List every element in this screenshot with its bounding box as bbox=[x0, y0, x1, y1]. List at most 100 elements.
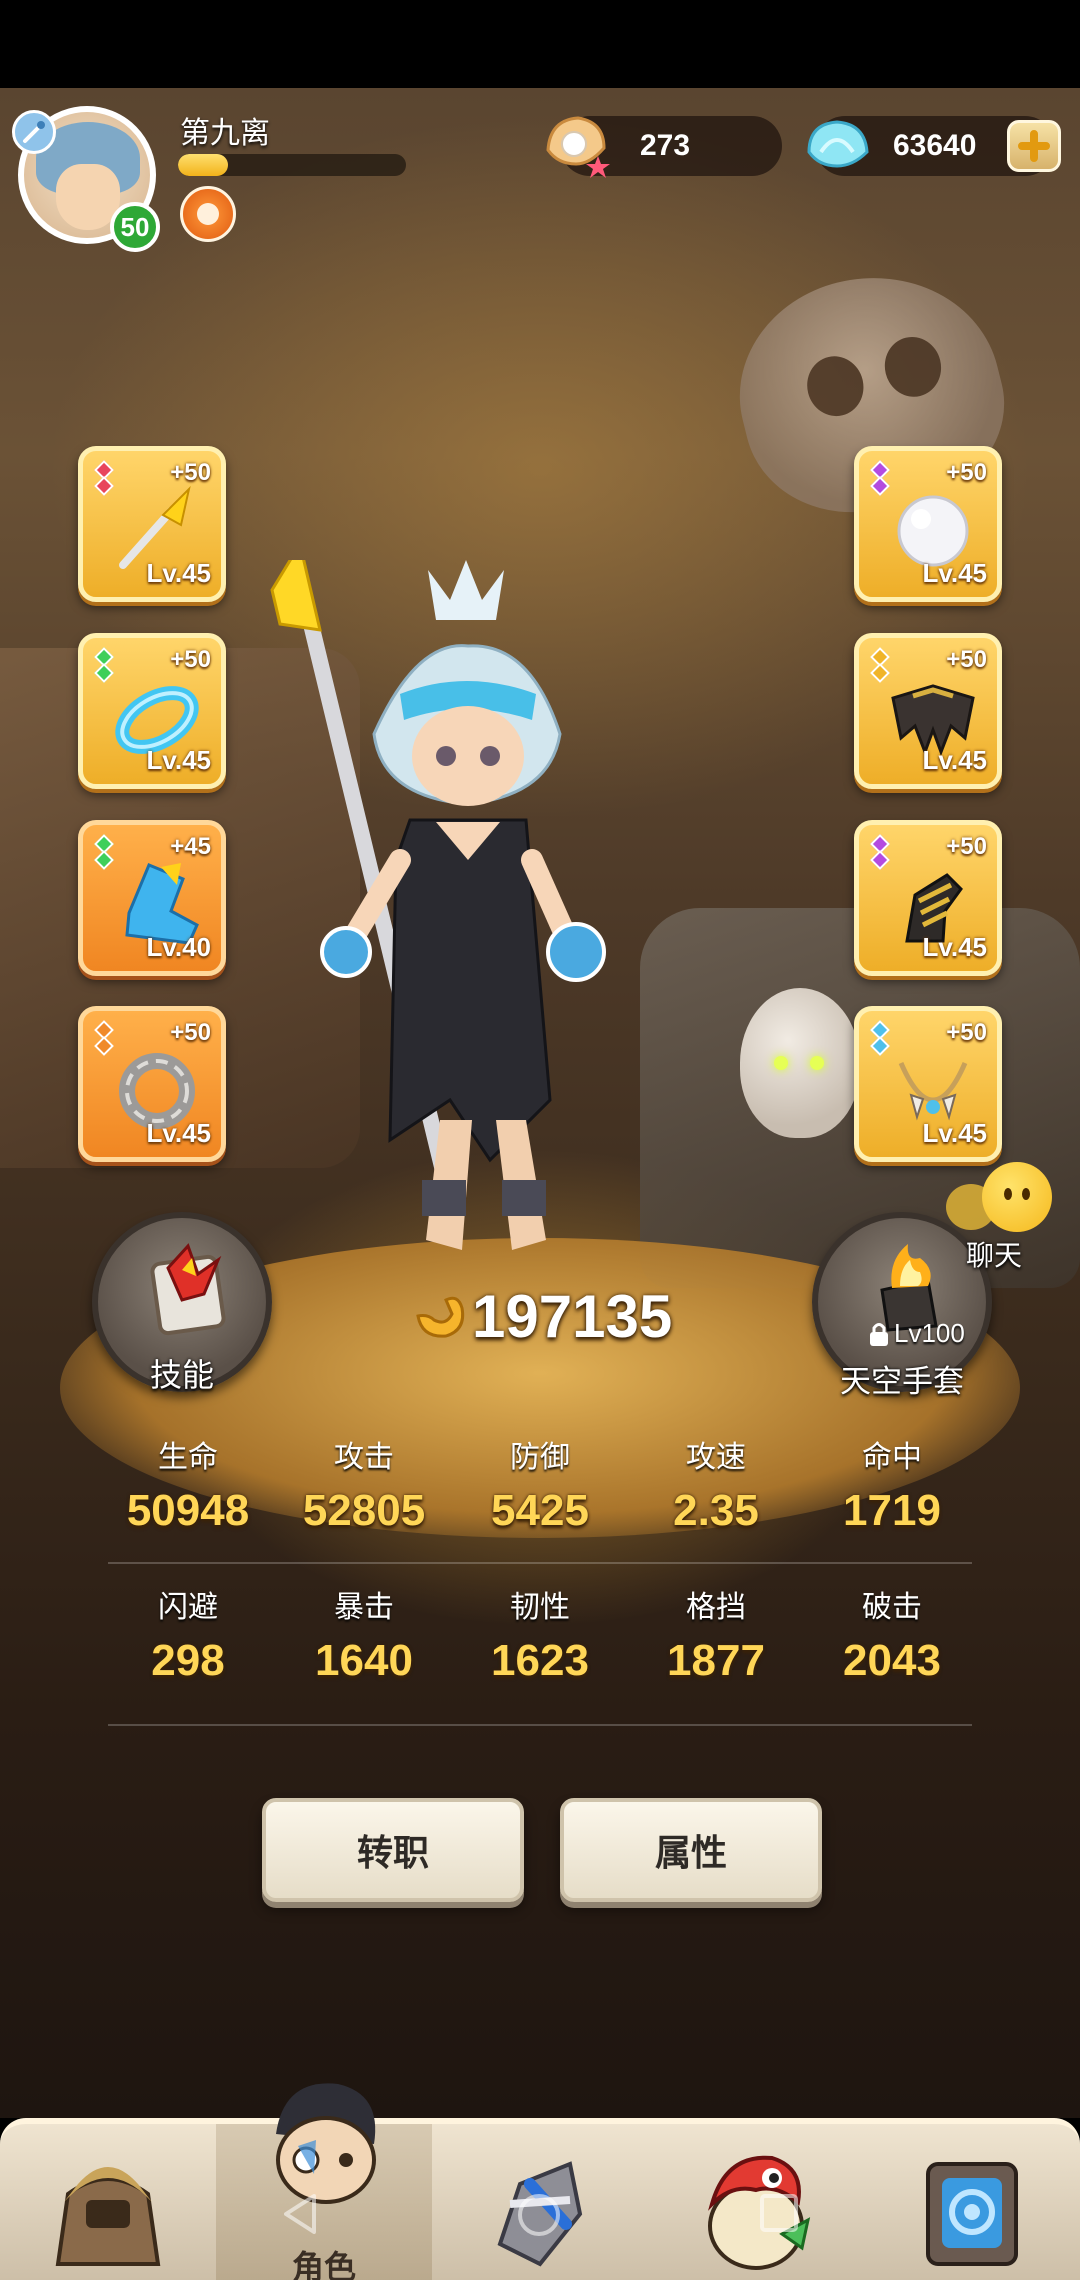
shell-amount: 273 bbox=[640, 129, 691, 162]
equipment-slot-pearl[interactable]: +50 Lv.45 bbox=[854, 446, 1002, 602]
stat-label: 闪避 bbox=[158, 1590, 218, 1625]
pet-egg-decoration bbox=[740, 988, 860, 1138]
plus-icon bbox=[1018, 130, 1050, 162]
stats-divider bbox=[108, 1562, 972, 1564]
gem-currency: 63640 bbox=[807, 116, 1061, 176]
character-stats: 生命 50948 攻击 52805 防御 5425 攻速 2.35 命中 1719 闪避 2… bbox=[100, 1424, 980, 1724]
add-gems-button[interactable] bbox=[1007, 120, 1061, 172]
attributes-button[interactable]: 属性 bbox=[560, 1798, 822, 1902]
nav-tab-character[interactable]: 角色 bbox=[216, 2083, 432, 2280]
equipment-slot-necklace[interactable]: +50 Lv.45 bbox=[854, 1006, 1002, 1162]
combat-power-icon bbox=[416, 1296, 465, 1338]
stat-label: 暴击 bbox=[334, 1590, 394, 1625]
job-staff-icon bbox=[12, 110, 56, 154]
item-level: Lv.45 bbox=[146, 745, 211, 775]
equipment-slot-cape[interactable]: +50 Lv.45 bbox=[854, 633, 1002, 789]
player-level-badge: 50 bbox=[110, 202, 160, 252]
item-level: Lv.45 bbox=[922, 932, 987, 962]
gem-amount: 63640 bbox=[893, 129, 977, 162]
stat-hp: 生命 50948 bbox=[100, 1424, 276, 1574]
skill-label: 技能 bbox=[149, 1356, 214, 1394]
stat-block: 格挡 1877 bbox=[628, 1574, 804, 1724]
caveman-hut-icon bbox=[55, 2167, 161, 2266]
stat-label: 防御 bbox=[510, 1440, 570, 1475]
equipment-slot-bracelet[interactable]: +50 Lv.45 bbox=[78, 633, 226, 789]
item-level: Lv.40 bbox=[146, 932, 211, 962]
stat-value: 1640 bbox=[315, 1636, 413, 1685]
enhance-level: +50 bbox=[946, 459, 987, 486]
stat-label: 生命 bbox=[158, 1440, 218, 1475]
stat-label: 命中 bbox=[862, 1440, 922, 1475]
item-level: Lv.45 bbox=[922, 558, 987, 588]
stat-label: 格挡 bbox=[686, 1590, 746, 1625]
stats-divider bbox=[108, 1724, 972, 1726]
stat-value: 2043 bbox=[843, 1636, 941, 1685]
stat-value: 1877 bbox=[667, 1636, 765, 1685]
equipment-slot-ring[interactable]: +50 Lv.45 bbox=[78, 1006, 226, 1162]
lock-icon bbox=[870, 1322, 888, 1346]
nav-tab-pets[interactable] bbox=[648, 2124, 864, 2280]
character-face-icon bbox=[276, 2083, 376, 2204]
equipment-slot-weapon[interactable]: +50 Lv.45 bbox=[78, 446, 226, 602]
skill-book-icon bbox=[150, 1243, 226, 1336]
stone-portal-icon bbox=[926, 2162, 1018, 2266]
stat-label: 攻速 bbox=[686, 1440, 746, 1475]
stat-label: 破击 bbox=[862, 1590, 922, 1625]
system-home-icon[interactable] bbox=[516, 2192, 562, 2238]
player-character[interactable] bbox=[250, 560, 700, 1280]
dino-egg-icon bbox=[708, 2155, 811, 2270]
item-level: Lv.45 bbox=[922, 745, 987, 775]
enhance-level: +50 bbox=[170, 1019, 211, 1046]
enhance-level: +50 bbox=[170, 459, 211, 486]
crystal-shell-icon bbox=[807, 120, 869, 168]
sky-glove-label: 天空手套 bbox=[840, 1364, 964, 1400]
stat-label: 攻击 bbox=[334, 1440, 394, 1475]
stat-value: 50948 bbox=[126, 1486, 250, 1535]
stat-penetration: 破击 2043 bbox=[804, 1574, 980, 1724]
enhance-level: +50 bbox=[946, 646, 987, 673]
stat-value: 298 bbox=[151, 1636, 225, 1685]
stat-value: 52805 bbox=[302, 1486, 426, 1535]
player-name: 第九离 bbox=[180, 116, 270, 151]
stat-label: 韧性 bbox=[510, 1590, 570, 1625]
stat-toughness: 韧性 1623 bbox=[452, 1574, 628, 1724]
stat-dodge: 闪避 298 bbox=[100, 1574, 276, 1724]
system-recent-apps-icon[interactable] bbox=[758, 2192, 800, 2234]
item-level: Lv.45 bbox=[146, 558, 211, 588]
job-change-button[interactable]: 转职 bbox=[262, 1798, 524, 1902]
stat-attack-speed: 攻速 2.35 bbox=[628, 1424, 804, 1574]
status-bar bbox=[0, 0, 1080, 88]
stat-value: 5425 bbox=[491, 1486, 589, 1535]
nav-tab-home[interactable] bbox=[0, 2124, 216, 2280]
skill-button[interactable]: 技能 bbox=[92, 1212, 272, 1394]
chat-label: 聊天 bbox=[966, 1239, 1023, 1272]
stat-defense: 防御 5425 bbox=[452, 1424, 628, 1574]
guild-emblem-icon[interactable] bbox=[180, 186, 236, 242]
combat-power-value: 197135 bbox=[472, 1283, 673, 1350]
chat-face-icon bbox=[982, 1162, 1052, 1232]
enhance-level: +50 bbox=[170, 646, 211, 673]
stat-accuracy: 命中 1719 bbox=[804, 1424, 980, 1574]
nav-tab-portal[interactable] bbox=[864, 2124, 1080, 2280]
item-level: Lv.45 bbox=[146, 1118, 211, 1148]
experience-bar-fill bbox=[178, 154, 229, 176]
nav-character-label: 角色 bbox=[291, 2248, 356, 2280]
stat-critical: 暴击 1640 bbox=[276, 1574, 452, 1724]
equipment-slot-gauntlet[interactable]: +50 Lv.45 bbox=[854, 820, 1002, 976]
enhance-level: +45 bbox=[170, 833, 211, 860]
equipment-slot-boots[interactable]: +45 Lv.40 bbox=[78, 820, 226, 976]
system-back-icon[interactable] bbox=[280, 2192, 320, 2236]
stat-value: 1623 bbox=[491, 1636, 589, 1685]
stats-row-primary: 生命 50948 攻击 52805 防御 5425 攻速 2.35 命中 1719 bbox=[100, 1424, 980, 1574]
glove-unlock-level: Lv100 bbox=[894, 1318, 965, 1348]
item-level: Lv.45 bbox=[922, 1118, 987, 1148]
enhance-level: +50 bbox=[946, 1019, 987, 1046]
pearl-shell-icon bbox=[546, 116, 610, 178]
stats-row-secondary: 闪避 298 暴击 1640 韧性 1623 格挡 1877 破击 2043 bbox=[100, 1574, 980, 1724]
experience-bar bbox=[178, 154, 406, 176]
stat-value: 2.35 bbox=[673, 1486, 759, 1535]
glove-lock-label: Lv100 bbox=[868, 1318, 965, 1349]
chat-button[interactable]: 聊天 bbox=[942, 1162, 1060, 1272]
stat-attack: 攻击 52805 bbox=[276, 1424, 452, 1574]
stat-value: 1719 bbox=[843, 1486, 941, 1535]
